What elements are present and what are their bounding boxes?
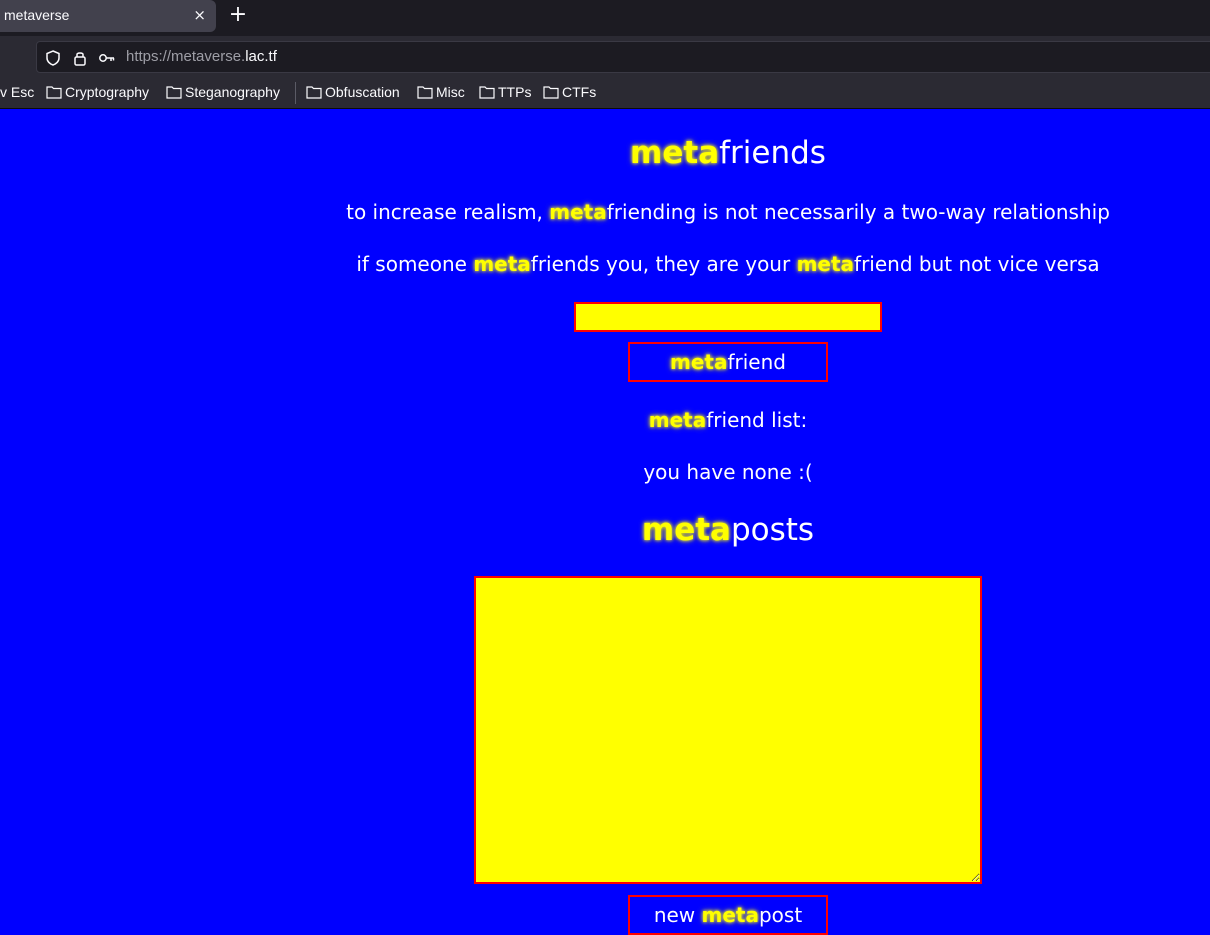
folder-icon: [543, 86, 559, 99]
meta-word: meta: [549, 200, 607, 224]
url-prefix: https://metaverse.: [126, 48, 246, 65]
rule-mid: friends you, they are your: [530, 252, 797, 276]
metafriends-heading: metafriends: [245, 133, 1210, 173]
bookmark-label: v Esc: [0, 84, 35, 100]
url-text[interactable]: https://metaverse.lac.tf: [126, 48, 277, 65]
url-domain: lac.tf: [245, 48, 277, 65]
bookmark-label: Misc: [436, 84, 465, 100]
bookmark-priv-esc[interactable]: v Esc: [0, 83, 34, 101]
meta-word: meta: [796, 252, 855, 276]
rule-text: if someone metafriends you, they are you…: [245, 250, 1210, 278]
rule-rest: friend but not vice versa: [854, 252, 1100, 276]
folder-icon: [306, 86, 322, 99]
active-tab[interactable]: metaverse ×: [0, 0, 216, 32]
bookmarks-toolbar: v Esc Cryptography Steganography Obfusca…: [0, 76, 1210, 109]
post-textarea[interactable]: [474, 576, 982, 884]
shield-icon[interactable]: [44, 49, 62, 67]
bookmark-separator: [295, 82, 296, 104]
button-label-prefix: new: [653, 903, 702, 927]
section-title: metaposts: [245, 510, 1210, 550]
folder-icon: [166, 86, 182, 99]
intro-prefix: to increase realism,: [346, 200, 550, 224]
meta-word: meta: [648, 408, 707, 432]
bookmark-obfuscation[interactable]: Obfuscation: [306, 83, 400, 101]
meta-word: meta: [630, 135, 720, 171]
page-title: metafriends: [245, 133, 1210, 173]
bookmark-label: Obfuscation: [325, 84, 400, 100]
rule-prefix: if someone: [356, 252, 474, 276]
friend-username-input[interactable]: [574, 302, 882, 332]
bookmark-label: CTFs: [562, 84, 597, 100]
button-label-rest: post: [758, 903, 803, 927]
meta-word: meta: [701, 903, 759, 927]
bookmark-ctfs[interactable]: CTFs: [543, 83, 596, 101]
meta-word: meta: [473, 252, 531, 276]
intro-text: to increase realism, metafriending is no…: [245, 198, 1210, 226]
new-tab-button[interactable]: +: [228, 3, 248, 27]
lock-icon[interactable]: [71, 49, 89, 67]
key-icon[interactable]: [98, 49, 116, 67]
close-tab-icon[interactable]: ×: [193, 6, 206, 24]
new-metapost-button[interactable]: new metapost: [628, 895, 828, 935]
nav-bar: https://metaverse.lac.tf: [0, 36, 1210, 76]
friend-list-empty: you have none :(: [245, 458, 1210, 486]
bookmark-label: Steganography: [185, 84, 280, 100]
intro-rest: friending is not necessarily a two-way r…: [606, 200, 1110, 224]
folder-icon: [479, 86, 495, 99]
heading-rest: friends: [719, 135, 826, 171]
folder-icon: [417, 86, 433, 99]
list-label-rest: friend list:: [706, 408, 808, 432]
button-label-rest: friend: [727, 350, 786, 374]
empty-message: you have none :(: [643, 460, 813, 484]
bookmark-label: TTPs: [498, 84, 532, 100]
friend-list-label: metafriend list:: [245, 406, 1210, 434]
meta-word: meta: [670, 350, 728, 374]
bookmark-steganography[interactable]: Steganography: [166, 83, 280, 101]
meta-word: meta: [641, 512, 731, 548]
metaposts-heading: metaposts: [245, 510, 1210, 550]
bookmark-misc[interactable]: Misc: [417, 83, 465, 101]
page-content: metafriends to increase realism, metafri…: [0, 109, 1210, 935]
heading-rest: posts: [730, 512, 815, 548]
bookmark-label: Cryptography: [65, 84, 150, 100]
tab-title: metaverse: [4, 7, 70, 23]
metafriend-button[interactable]: metafriend: [628, 342, 828, 382]
bookmark-cryptography[interactable]: Cryptography: [46, 83, 149, 101]
folder-icon: [46, 86, 62, 99]
bookmark-ttps[interactable]: TTPs: [479, 83, 531, 101]
tab-bar: metaverse × +: [0, 0, 1210, 36]
url-bar[interactable]: https://metaverse.lac.tf: [36, 41, 1210, 73]
